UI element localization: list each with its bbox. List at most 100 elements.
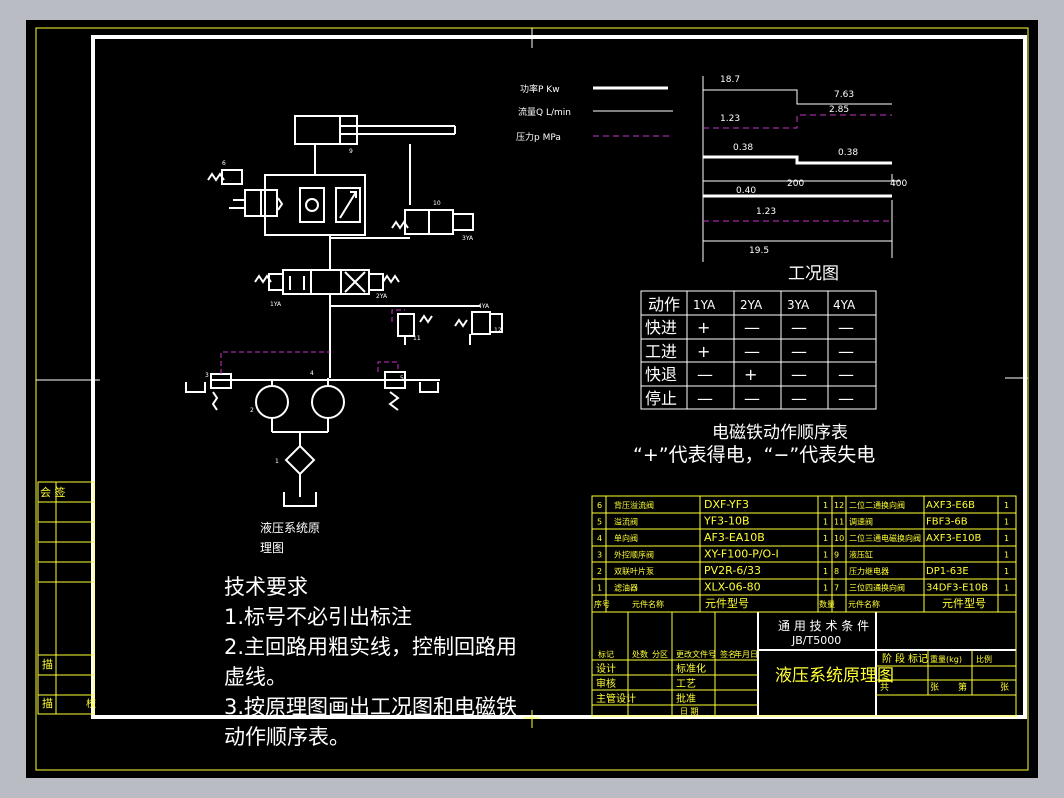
parts-right-model: 34DF3-E10B: [926, 583, 988, 594]
table-cell: —: [838, 365, 854, 384]
parts-left-index: 4: [597, 534, 602, 543]
requirement-item-1: 1.标号不必引出标注: [224, 605, 413, 629]
parts-left-model: YF3-10B: [703, 515, 750, 528]
tb-role-lead: 主管设计: [596, 692, 636, 705]
table-cell: —: [791, 365, 807, 384]
throttle-block: [264, 174, 366, 236]
chart-value-2-85: 2.85: [829, 105, 849, 115]
chart-title: 工况图: [788, 264, 839, 284]
requirement-item-3: 3.按原理图画出工况图和电磁铁动作顺序表。: [224, 695, 518, 749]
left-binding-strip: [37, 481, 95, 715]
hydraulic-schematic: [185, 115, 503, 507]
parts-left-index: 3: [597, 551, 602, 560]
table-header-4ya: 4YA: [833, 298, 856, 312]
table-cell: —: [697, 365, 713, 384]
left-strip-sign: 会 签: [40, 485, 66, 499]
tb-role-review: 审核: [596, 677, 616, 690]
chart-value-400: 400: [890, 179, 907, 189]
parts-left-qty: 1: [823, 501, 828, 510]
table-header-2ya: 2YA: [740, 298, 763, 312]
cad-drawing: 会 签 描 描 校 6 9 10 3YA 1YA 2YA 4YA 12 11 3…: [35, 27, 1029, 771]
parts-left-model: AF3-EA10B: [704, 531, 765, 544]
parts-left-qty: 1: [823, 567, 828, 576]
tb-role-approve: 批准: [676, 692, 696, 705]
parts-left-qty: 1: [823, 518, 828, 527]
parts-right-qty: 1: [1004, 551, 1009, 560]
parts-left-name: 溢流阀: [614, 517, 638, 527]
tb-role-std: 标准化: [676, 662, 706, 675]
legend-flow: 流量Q L/min: [518, 106, 571, 118]
table-cell: +: [744, 365, 757, 384]
parts-left-model: XLX-06-80: [704, 581, 761, 594]
label-10: 10: [433, 200, 441, 207]
label-6: 6: [222, 160, 226, 167]
tb-role-design: 设计: [596, 662, 616, 675]
label-5: 5: [400, 375, 404, 382]
tb-sheet-no: 第: [958, 681, 967, 693]
parts-left-name: 单向阀: [614, 533, 638, 543]
tb-scale: 比例: [976, 654, 992, 664]
table-row-3-label: 快退: [645, 365, 677, 384]
tb-zone: 分区: [652, 650, 668, 659]
tb-stage-4: 记: [918, 653, 928, 665]
table-caption: 电磁铁动作顺序表: [712, 423, 848, 443]
parts-right-qty: 1: [1004, 518, 1009, 527]
tb-sheets: 张: [930, 682, 939, 693]
label-12: 12: [494, 327, 502, 334]
tb-change: 更改文件号: [676, 649, 716, 659]
tb-date: 年月日: [734, 649, 758, 659]
drawing-title: 液压系统原理图: [775, 666, 894, 686]
tb-total: 共: [880, 682, 889, 693]
chart-value-7-63: 7.63: [834, 90, 854, 100]
chart-value-200: 200: [787, 179, 804, 189]
chart-value-19-5: 19.5: [749, 246, 769, 256]
label-2ya: 2YA: [376, 293, 388, 300]
label-4: 4: [310, 370, 314, 377]
tb-count: 处数: [632, 649, 648, 659]
table-cell: —: [838, 389, 854, 408]
table-cell: +: [697, 318, 710, 337]
requirement-item-2: 2.主回路用粗实线，控制回路用虚线。: [224, 635, 518, 689]
parts-left-qty: 1: [823, 534, 828, 543]
tb-std-label: 通 用 技 术 条 件: [778, 619, 869, 633]
table-header-action: 动作: [648, 295, 680, 314]
footer-name: 元件名称: [632, 599, 664, 609]
parts-right-index: 7: [834, 584, 839, 593]
parts-footer: 序号 元件名称 元件型号 数量 元件名称 元件型号: [594, 596, 986, 610]
parts-right-qty: 1: [1004, 584, 1009, 593]
requirements-title: 技术要求: [224, 575, 308, 599]
table-cell: —: [744, 342, 760, 361]
parts-left-index: 2: [597, 567, 602, 576]
parts-right-name: 二位二通换向阀: [849, 500, 905, 510]
parts-right-index: 11: [834, 518, 844, 527]
parts-left-qty: 1: [823, 584, 828, 593]
parts-list-grid: [591, 495, 1017, 613]
parts-right-model: DP1-63E: [926, 566, 969, 577]
parts-left-name: 外控顺序阀: [614, 550, 654, 560]
label-3: 3: [205, 372, 209, 379]
parts-right-qty: 1: [1004, 567, 1009, 576]
table-cell: —: [744, 318, 760, 337]
parts-right-name: 液压缸: [849, 550, 873, 560]
footer-qty: 数量: [819, 599, 835, 609]
work-chart: 18.7 7.63 2.85 1.23 0.38 0.38 0.40 200 4…: [702, 75, 907, 284]
footer-index: 序号: [594, 599, 610, 609]
label-2: 2: [250, 407, 254, 414]
label-11: 11: [413, 335, 421, 342]
table-note: “+”代表得电，“−”代表失电: [633, 444, 876, 466]
label-4ya: 4YA: [478, 303, 490, 310]
parts-right-model: AXF3-E6B: [926, 500, 975, 511]
legend-pressure: 压力p MPa: [516, 131, 561, 143]
table-row-1-label: 快进: [645, 318, 677, 337]
legend: 功率P Kw 流量Q L/min 压力p MPa: [516, 83, 673, 143]
left-strip-desc-a: 描: [42, 657, 53, 671]
footer-model-r: 元件型号: [942, 596, 986, 610]
parts-left-model: DXF-YF3: [704, 498, 749, 511]
schematic-caption-1: 液压系统原: [260, 520, 320, 535]
label-1ya: 1YA: [270, 301, 282, 308]
parts-right-index: 8: [834, 567, 839, 576]
table-row-2-label: 工进: [645, 342, 677, 361]
tb-mark: 标记: [598, 649, 614, 659]
parts-left-name: 背压溢流阀: [614, 500, 654, 510]
footer-model: 元件型号: [705, 596, 749, 610]
